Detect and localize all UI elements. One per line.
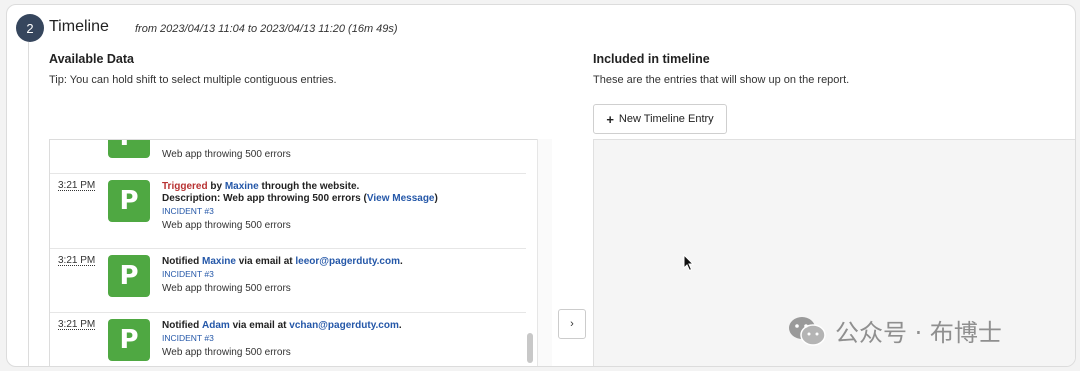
new-timeline-entry-button[interactable]: + New Timeline Entry [593,104,727,134]
move-to-timeline-button[interactable]: › [558,309,586,339]
step-connector-line [28,42,29,366]
entry-time: 3:21 PM [58,255,96,266]
pagerduty-logo-icon: P [108,319,150,361]
entry-summary: Web app throwing 500 errors [162,149,291,160]
plus-icon: + [606,111,614,127]
watermark: 公众号 · 布博士 [787,313,1002,348]
user-link[interactable]: Maxine [225,181,259,192]
available-data-list[interactable]: P Web app throwing 500 errors 3:21 PM P … [49,139,552,366]
timeline-card: 2 Timeline from 2023/04/13 11:04 to 2023… [6,4,1076,367]
entry-summary: Web app throwing 500 errors [162,347,291,358]
included-subtitle: These are the entries that will show up … [593,74,850,86]
available-data-tip: Tip: You can hold shift to select multip… [49,74,337,86]
view-message-link[interactable]: View Message [367,193,435,204]
list-item[interactable]: 3:21 PM P Notified Maxine via email at l… [50,248,526,313]
section-title: Timeline [49,18,109,35]
incident-link[interactable]: INCIDENT #3 [162,268,403,280]
entry-summary: Web app throwing 500 errors [162,220,291,231]
pagerduty-logo-icon: P [108,140,150,158]
scrollbar-thumb[interactable] [527,333,533,363]
watermark-text: 公众号 · 布博士 [835,319,1002,347]
included-title: Included in timeline [593,52,710,66]
mouse-cursor-icon [683,254,695,272]
incident-link[interactable]: INCIDENT #3 [162,332,402,344]
pagerduty-logo-icon: P [108,180,150,222]
time-range: from 2023/04/13 11:04 to 2023/04/13 11:2… [135,23,398,35]
scrollbar-track[interactable] [537,139,552,366]
entry-time: 3:21 PM [58,319,96,330]
wechat-icon [789,316,826,346]
email-link[interactable]: leeor@pagerduty.com [295,256,400,267]
user-link[interactable]: Adam [202,320,230,331]
list-item[interactable]: 3:21 PM P Notified Adam via email at vch… [50,312,526,366]
pagerduty-logo-icon: P [108,255,150,297]
incident-link[interactable]: INCIDENT #3 [162,205,438,217]
chevron-right-icon: › [570,318,574,330]
available-data-title: Available Data [49,52,134,66]
entry-summary: Web app throwing 500 errors [162,283,291,294]
entry-time: 3:21 PM [58,180,96,191]
list-item[interactable]: 3:21 PM P Triggered by Maxine through th… [50,173,526,249]
entry-status: Triggered [162,181,208,192]
email-link[interactable]: vchan@pagerduty.com [289,320,399,331]
new-timeline-entry-label: New Timeline Entry [618,113,714,125]
step-number-badge: 2 [16,14,44,42]
user-link[interactable]: Maxine [202,256,236,267]
list-item[interactable]: P Web app throwing 500 errors [50,140,526,174]
